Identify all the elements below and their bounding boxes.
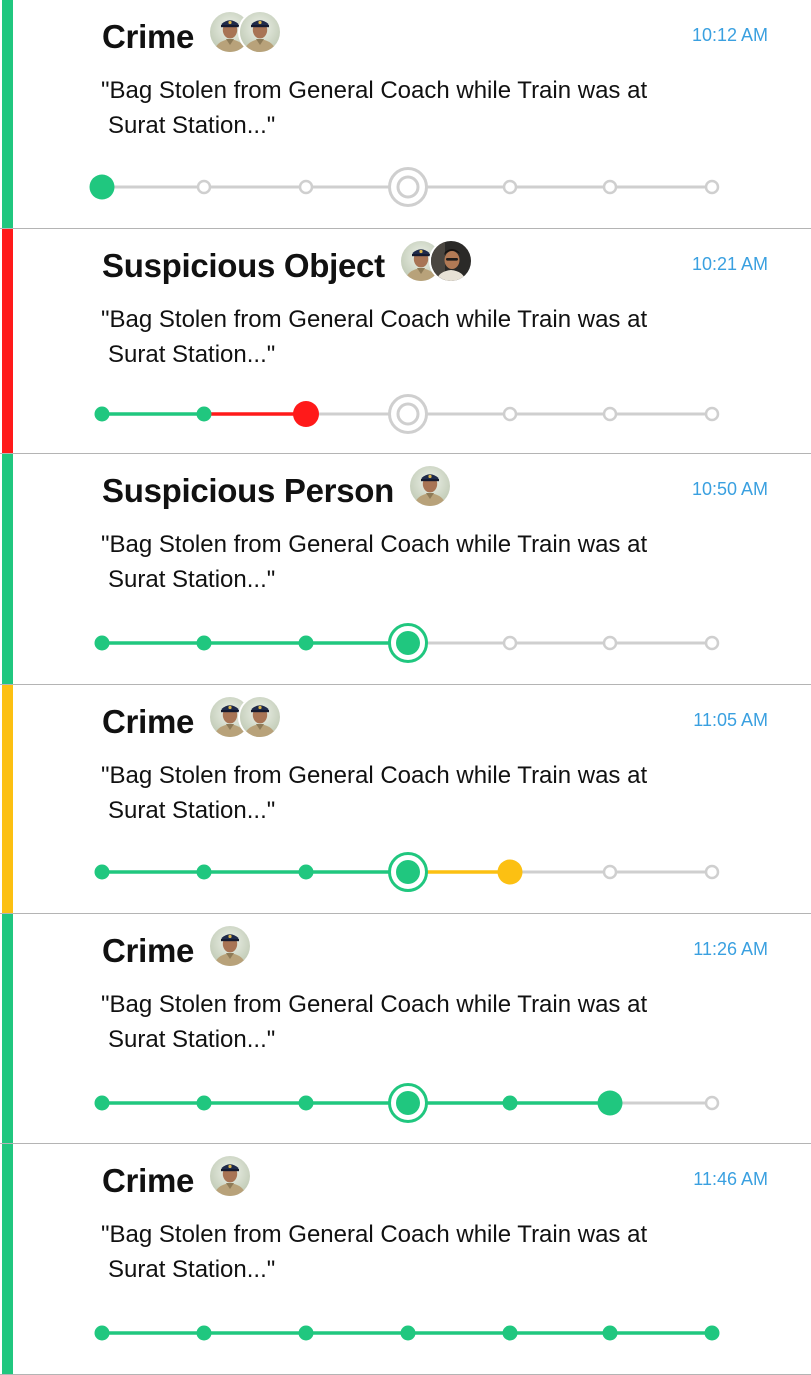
- progress-step: [298, 864, 314, 880]
- progress-step: [388, 394, 428, 434]
- incident-card[interactable]: Crime 11:26 AM "Bag Stolen from General …: [0, 914, 811, 1144]
- incident-list: Crime 10:12 AM "Bag Stolen from General …: [0, 0, 811, 1375]
- progress-step: [602, 864, 618, 880]
- incident-card[interactable]: Crime 11:46 AM "Bag Stolen from General …: [0, 1144, 811, 1375]
- progress-step: [94, 1325, 110, 1341]
- progress-step: [704, 1325, 720, 1341]
- progress-step: [388, 1083, 428, 1123]
- progress-step: [196, 1325, 212, 1341]
- progress-step: [298, 179, 314, 195]
- progress-tracker: [89, 167, 720, 207]
- progress-step: [89, 174, 115, 200]
- progress-step: [94, 1095, 110, 1111]
- progress-step: [388, 167, 428, 207]
- progress-step: [196, 179, 212, 195]
- progress-step: [704, 635, 720, 651]
- progress-step: [196, 406, 212, 422]
- progress-step: [298, 1325, 314, 1341]
- incident-card[interactable]: Crime 11:05 AM "Bag Stolen from General …: [0, 685, 811, 914]
- incident-card[interactable]: Crime 10:12 AM "Bag Stolen from General …: [0, 0, 811, 229]
- progress-tracker: [94, 1083, 720, 1123]
- progress-step: [602, 406, 618, 422]
- progress-step: [388, 623, 428, 663]
- progress-step: [388, 852, 428, 892]
- progress-step: [293, 401, 319, 427]
- progress-step: [602, 1325, 618, 1341]
- progress-step: [502, 1095, 518, 1111]
- progress-tracker: [94, 394, 720, 434]
- progress-step: [94, 406, 110, 422]
- progress-step: [602, 179, 618, 195]
- progress-step: [704, 406, 720, 422]
- progress-step: [298, 635, 314, 651]
- progress-step: [298, 1095, 314, 1111]
- progress-step: [502, 635, 518, 651]
- incident-card[interactable]: Suspicious Object 10:21 AM "Bag Stolen f…: [0, 229, 811, 454]
- progress-step: [94, 864, 110, 880]
- progress-tracker: [94, 1325, 720, 1341]
- progress-step: [602, 635, 618, 651]
- progress-step: [400, 1325, 416, 1341]
- progress-step: [196, 635, 212, 651]
- progress-step: [502, 406, 518, 422]
- progress-step: [502, 179, 518, 195]
- incident-card[interactable]: Suspicious Person 10:50 AM "Bag Stolen f…: [0, 454, 811, 685]
- progress-step: [196, 1095, 212, 1111]
- progress-tracker: [94, 623, 720, 663]
- progress-step: [502, 1325, 518, 1341]
- progress-step: [704, 864, 720, 880]
- progress-step: [94, 635, 110, 651]
- progress-step: [196, 864, 212, 880]
- progress-step: [704, 1095, 720, 1111]
- progress-step: [704, 179, 720, 195]
- progress-step: [497, 859, 523, 885]
- progress-step: [597, 1090, 623, 1116]
- progress-tracker: [94, 852, 720, 892]
